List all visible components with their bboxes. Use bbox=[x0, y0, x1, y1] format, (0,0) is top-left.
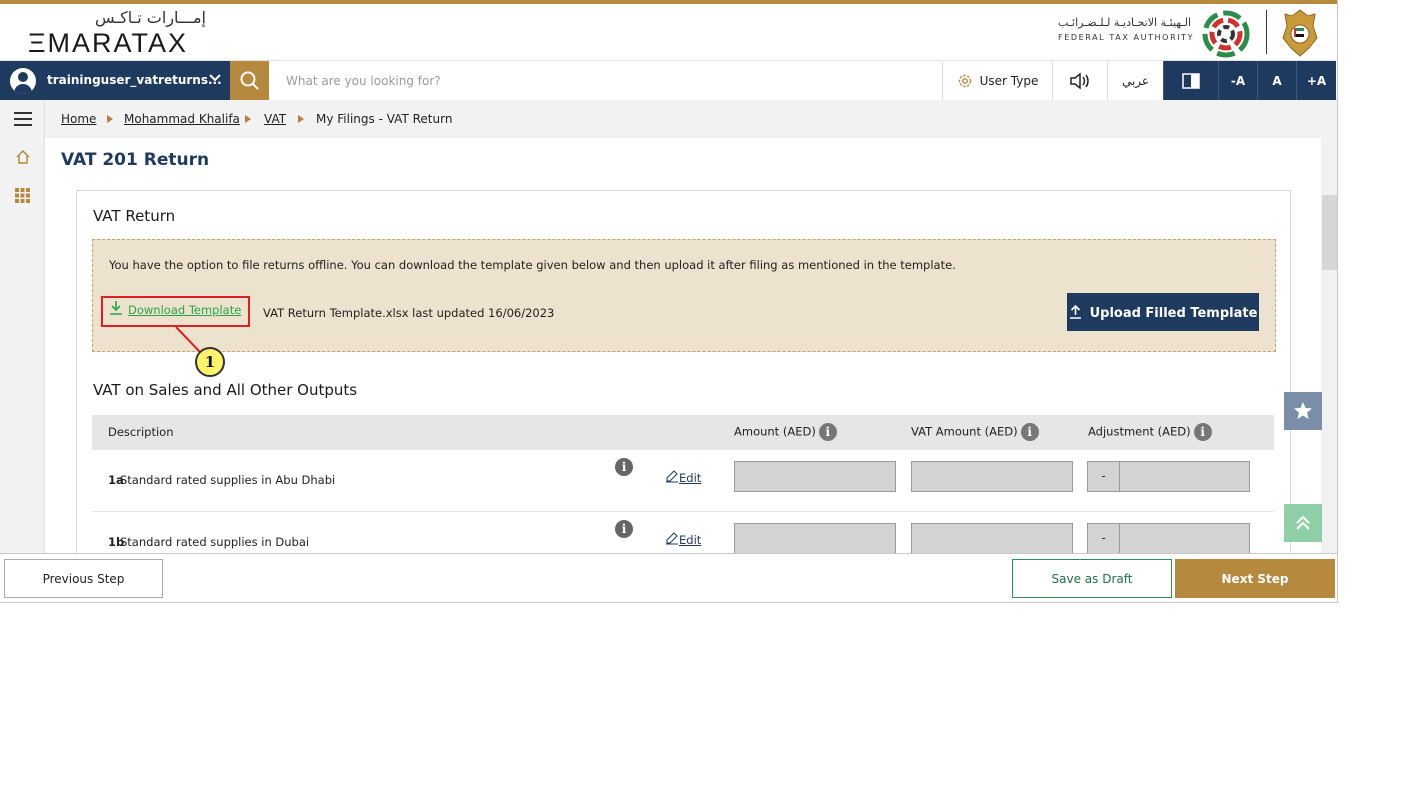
scroll-to-top-button[interactable] bbox=[1284, 504, 1322, 542]
table-row: 1b Standard rated supplies in Dubai i Ed… bbox=[92, 512, 1274, 553]
user-type-button[interactable]: User Type bbox=[942, 61, 1052, 100]
edit-button[interactable]: Edit bbox=[665, 469, 701, 485]
info-icon[interactable]: i bbox=[1193, 423, 1212, 441]
vat-amount-field[interactable] bbox=[911, 523, 1073, 553]
vat-amount-field[interactable] bbox=[911, 461, 1073, 492]
adjustment-sign-select[interactable]: - bbox=[1087, 461, 1120, 492]
edit-icon bbox=[666, 532, 678, 545]
info-icon[interactable]: i bbox=[1020, 423, 1039, 441]
contrast-toggle-button[interactable] bbox=[1163, 61, 1218, 100]
header-description: Description bbox=[108, 425, 174, 439]
font-decrease-button[interactable]: -A bbox=[1218, 61, 1257, 100]
double-chevron-up-icon bbox=[1296, 515, 1310, 530]
amount-field[interactable] bbox=[734, 461, 896, 492]
app-window: إمـــارات تـاكـس ΞMARATAX الـهيئـة الاتح… bbox=[0, 0, 1338, 603]
user-type-label: User Type bbox=[979, 73, 1039, 88]
scrollbar-thumb[interactable] bbox=[1322, 195, 1337, 270]
row-description: Standard rated supplies in Dubai bbox=[120, 535, 310, 549]
template-info-text: VAT Return Template.xlsx last updated 16… bbox=[263, 306, 555, 320]
adjustment-sign-select[interactable]: - bbox=[1087, 523, 1120, 553]
info-icon[interactable]: i bbox=[615, 458, 633, 476]
edit-button[interactable]: Edit bbox=[665, 531, 701, 547]
audio-button[interactable] bbox=[1052, 61, 1107, 100]
table-header: Description Amount (AED) i VAT Amount (AE… bbox=[92, 415, 1274, 450]
upload-filled-template-button[interactable]: Upload Filled Template bbox=[1067, 293, 1259, 331]
save-as-draft-button[interactable]: Save as Draft bbox=[1012, 559, 1172, 598]
adjustment-field[interactable] bbox=[1119, 523, 1250, 553]
font-increase-button[interactable]: +A bbox=[1296, 61, 1336, 100]
arabic-language-label: عربي bbox=[1121, 73, 1150, 88]
adjustment-field[interactable] bbox=[1119, 461, 1250, 492]
arabic-language-button[interactable]: عربي bbox=[1107, 61, 1163, 100]
upload-icon bbox=[1069, 304, 1081, 319]
previous-step-button[interactable]: Previous Step bbox=[4, 559, 163, 598]
contrast-icon bbox=[1182, 72, 1200, 89]
upload-label: Upload Filled Template bbox=[1089, 305, 1258, 321]
gear-icon bbox=[958, 74, 971, 87]
page-scrollbar[interactable] bbox=[1321, 138, 1337, 553]
section-title: VAT on Sales and All Other Outputs bbox=[93, 381, 358, 399]
uae-emblem-icon bbox=[1281, 8, 1319, 62]
star-icon bbox=[1294, 402, 1312, 419]
edit-icon bbox=[666, 470, 678, 483]
header-divider bbox=[1266, 10, 1267, 54]
info-icon[interactable]: i bbox=[818, 423, 837, 441]
breadcrumb-separator-icon bbox=[298, 115, 304, 123]
footer-actions: Previous Step Save as Draft Next Step bbox=[0, 553, 1337, 602]
breadcrumb-vat[interactable]: VAT bbox=[264, 112, 286, 126]
info-icon[interactable]: i bbox=[615, 520, 633, 538]
row-description: Standard rated supplies in Abu Dhabi bbox=[120, 473, 336, 487]
breadcrumb-current: My Filings - VAT Return bbox=[316, 112, 453, 126]
favorite-button[interactable] bbox=[1284, 392, 1322, 430]
header-amount: Amount (AED) i bbox=[734, 423, 837, 441]
annotation-step-badge: 1 bbox=[195, 347, 225, 377]
font-normal-button[interactable]: A bbox=[1257, 61, 1296, 100]
amount-field[interactable] bbox=[734, 523, 896, 553]
header-vat-amount: VAT Amount (AED) i bbox=[911, 423, 1039, 441]
authority-english-name: FEDERAL TAX AUTHORITY bbox=[1058, 33, 1195, 42]
offline-filing-notice: You have the option to file returns offl… bbox=[92, 239, 1276, 352]
annotation-pointer-line bbox=[175, 326, 201, 353]
fta-logo-icon bbox=[1202, 10, 1250, 62]
authority-arabic-name: الـهيئـة الاتحـاديـة لـلـضـرائـب bbox=[1058, 16, 1192, 29]
table-row: 1a Standard rated supplies in Abu Dhabi … bbox=[92, 450, 1274, 512]
next-step-button[interactable]: Next Step bbox=[1175, 559, 1335, 598]
speaker-icon bbox=[1070, 71, 1089, 90]
header-adjustment: Adjustment (AED) i bbox=[1088, 423, 1212, 441]
search-input[interactable] bbox=[270, 61, 942, 100]
